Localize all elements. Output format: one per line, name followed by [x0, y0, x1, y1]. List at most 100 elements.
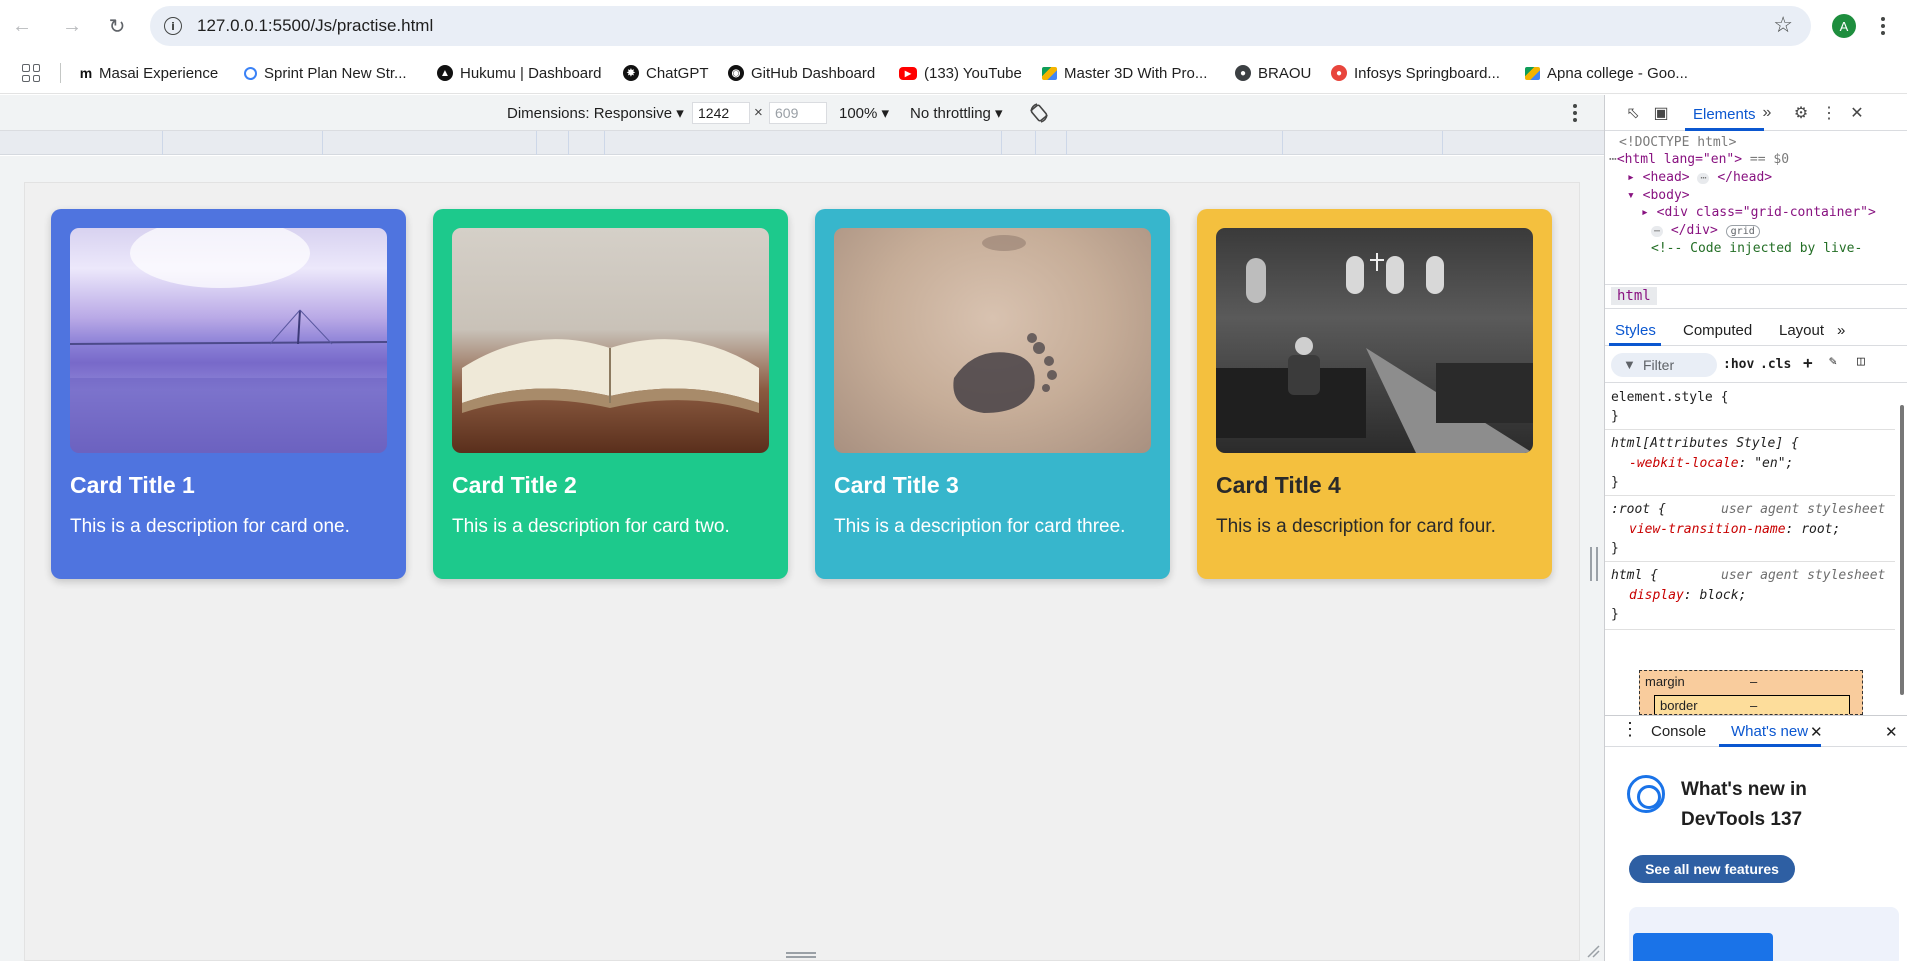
card-title: Card Title 3	[834, 472, 959, 498]
bookmark-label: Infosys Springboard...	[1354, 64, 1500, 82]
device-toolbar: Dimensions: Responsive ▾ 1242 × 609 100%…	[0, 95, 1604, 131]
width-input[interactable]: 1242	[692, 102, 750, 124]
card-image-church-interior	[1216, 228, 1533, 453]
element-style-rule[interactable]: element.style {	[1611, 387, 1728, 408]
inspect-element-icon[interactable]: ⬁	[1623, 104, 1643, 122]
drawer-tabbar: ⋮ Console What's new ✕ ✕	[1605, 715, 1907, 747]
youtube-icon: ▶	[899, 66, 917, 80]
bookmark-masai[interactable]: m Masai Experience	[80, 62, 218, 84]
apps-grid-icon[interactable]	[22, 64, 40, 82]
styles-scrollbar[interactable]	[1898, 385, 1906, 715]
bookmark-label: GitHub Dashboard	[751, 64, 876, 82]
bookmark-label: BRAOU	[1258, 64, 1312, 82]
active-tab-indicator	[1609, 343, 1661, 346]
bookmark-infosys[interactable]: ● Infosys Springboard...	[1331, 62, 1500, 84]
hover-state-toggle[interactable]: :hov	[1723, 357, 1754, 372]
viewport-resize-handle-right[interactable]	[1590, 547, 1598, 581]
card-title: Card Title 4	[1216, 472, 1341, 498]
bookmark-sprint[interactable]: Sprint Plan New Str...	[244, 62, 407, 84]
devtools-menu-icon[interactable]: ⋮	[1819, 104, 1839, 122]
card-image-footprint-sand	[834, 228, 1151, 453]
bookmark-star-icon[interactable]: ☆	[1773, 12, 1793, 38]
profile-avatar[interactable]: A	[1832, 14, 1856, 38]
media-query-ruler[interactable]	[0, 131, 1604, 155]
devtools-panel: ⬁ ▣ Elements » ⚙ ⋮ ✕ <!DOCTYPE html> ⋯<h…	[1604, 95, 1907, 961]
chrome-menu-icon[interactable]	[1878, 12, 1888, 40]
tab-console[interactable]: Console	[1651, 723, 1706, 740]
viewport-resize-corner-icon[interactable]	[1586, 944, 1600, 958]
dom-tree: <!DOCTYPE html> ⋯<html lang="en"> == $0 …	[1605, 132, 1907, 276]
globe-icon: ●	[1235, 65, 1251, 81]
close-whats-new-icon[interactable]: ✕	[1810, 723, 1823, 741]
tab-whats-new[interactable]: What's new	[1731, 723, 1808, 740]
tab-styles[interactable]: Styles	[1615, 322, 1656, 339]
bookmark-apna[interactable]: Apna college - Goo...	[1525, 62, 1688, 84]
dimensions-dropdown[interactable]: Dimensions: Responsive ▾	[507, 104, 684, 122]
sprint-icon	[244, 66, 257, 80]
bookmark-braou[interactable]: ● BRAOU	[1235, 62, 1311, 84]
card-image-sea-bridge	[70, 228, 387, 453]
card-description: This is a description for card four.	[1216, 516, 1496, 537]
bookmark-youtube[interactable]: ▶ (133) YouTube	[899, 62, 1022, 84]
throttling-dropdown[interactable]: No throttling ▾	[910, 104, 1003, 122]
styles-pane: element.style { } html[Attributes Style]…	[1605, 385, 1895, 715]
drawer-menu-icon[interactable]: ⋮	[1621, 719, 1639, 740]
device-toolbar-toggle-icon[interactable]: ▣	[1651, 104, 1671, 122]
sidebar-toggle-icon[interactable]: ◫	[1857, 354, 1865, 369]
tab-layout[interactable]: Layout	[1779, 322, 1824, 339]
settings-gear-icon[interactable]: ⚙	[1791, 104, 1811, 122]
class-toggle[interactable]: .cls	[1760, 357, 1791, 372]
tab-elements[interactable]: Elements	[1685, 95, 1764, 131]
chatgpt-icon: ✸	[623, 65, 639, 81]
forward-icon[interactable]: →	[56, 10, 88, 42]
new-rule-icon[interactable]: +	[1803, 353, 1813, 372]
close-drawer-icon[interactable]: ✕	[1885, 723, 1898, 741]
bookmark-github[interactable]: ◉ GitHub Dashboard	[728, 62, 875, 84]
filter-icon: ▼	[1623, 357, 1636, 372]
viewport-resize-handle-bottom[interactable]	[786, 952, 816, 958]
google-drive-icon	[1525, 66, 1540, 80]
grid-container: Card Title 1 This is a description for c…	[51, 209, 1552, 579]
bookmark-label: ChatGPT	[646, 64, 709, 82]
paint-brush-icon[interactable]: ✎	[1829, 354, 1837, 369]
card-1: Card Title 1 This is a description for c…	[51, 209, 406, 579]
dom-comment[interactable]: <!-- Code injected by live-	[1651, 238, 1862, 259]
root-rule[interactable]: :root {user agent stylesheet	[1611, 499, 1895, 520]
devtools-tabbar: ⬁ ▣ Elements » ⚙ ⋮ ✕	[1605, 95, 1907, 131]
breadcrumb-html[interactable]: html	[1611, 287, 1657, 305]
bookmark-chatgpt[interactable]: ✸ ChatGPT	[623, 62, 709, 84]
see-all-new-features-button[interactable]: See all new features	[1629, 855, 1795, 883]
card-description: This is a description for card two.	[452, 516, 730, 537]
bookmark-label: Masai Experience	[99, 64, 219, 82]
divider	[60, 63, 61, 83]
rotate-icon[interactable]	[1028, 102, 1050, 124]
bookmark-hukumu[interactable]: ▲ Hukumu | Dashboard	[437, 62, 601, 84]
html-attributes-rule[interactable]: html[Attributes Style] {	[1611, 433, 1799, 454]
address-bar[interactable]: i 127.0.0.1:5500/Js/practise.html ☆	[150, 6, 1811, 46]
site-info-icon[interactable]: i	[164, 17, 182, 35]
device-toolbar-menu-icon[interactable]	[1572, 103, 1578, 123]
url-text[interactable]: 127.0.0.1:5500/Js/practise.html	[197, 16, 433, 36]
styles-filter-bar: ▼ Filter :hov .cls + ✎ ◫	[1605, 347, 1907, 383]
bookmarks-bar: m Masai Experience Sprint Plan New Str..…	[0, 52, 1907, 94]
card-description: This is a description for card three.	[834, 516, 1126, 537]
close-devtools-icon[interactable]: ✕	[1847, 104, 1867, 122]
more-tabs-icon[interactable]: »	[1757, 104, 1777, 122]
browser-toolbar: ← → ↻ i 127.0.0.1:5500/Js/practise.html …	[0, 0, 1907, 52]
zoom-dropdown[interactable]: 100% ▾	[839, 104, 889, 122]
tab-computed[interactable]: Computed	[1683, 322, 1752, 339]
height-input[interactable]: 609	[769, 102, 827, 124]
bookmark-master3d[interactable]: Master 3D With Pro...	[1042, 62, 1207, 84]
more-subtabs-icon[interactable]: »	[1837, 322, 1845, 339]
box-model-diagram[interactable]: margin – border –	[1639, 670, 1863, 715]
html-ua-rule[interactable]: html {user agent stylesheet	[1611, 565, 1895, 586]
promo-image	[1629, 907, 1899, 961]
card-2: Card Title 2 This is a description for c…	[433, 209, 788, 579]
reload-icon[interactable]: ↻	[101, 10, 133, 42]
back-icon[interactable]: ←	[6, 10, 38, 42]
google-drive-icon	[1042, 66, 1057, 80]
whats-new-panel: What's new in DevTools 137 See all new f…	[1605, 747, 1907, 961]
hukumu-icon: ▲	[437, 65, 453, 81]
filter-input[interactable]: ▼ Filter	[1611, 353, 1717, 377]
breadcrumb: html	[1605, 284, 1907, 309]
